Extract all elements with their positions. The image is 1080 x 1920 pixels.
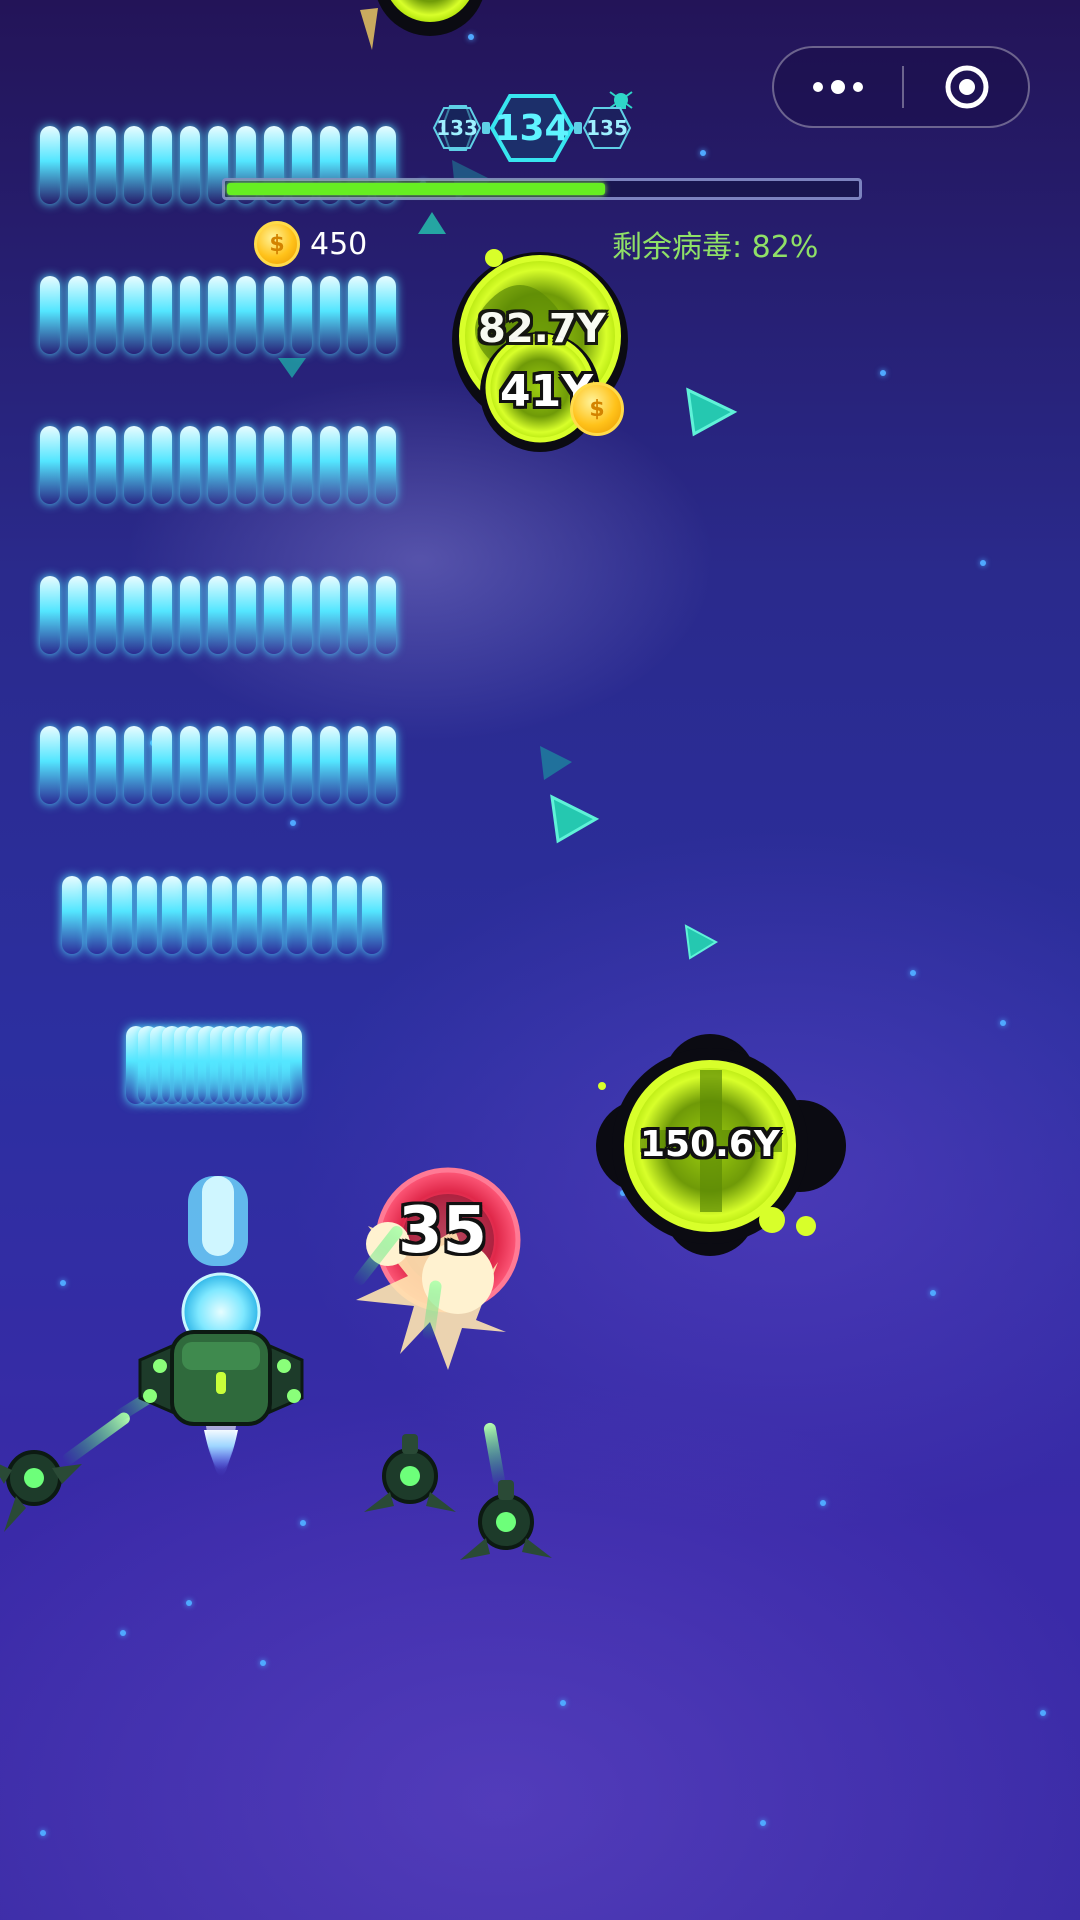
triangle-shard [686, 387, 738, 437]
virus-value-back: 82.7Y [478, 306, 606, 352]
dollar-coin-icon: $ [570, 382, 624, 436]
coin-value: 450 [310, 226, 368, 262]
triangle-shard [684, 924, 719, 960]
virus-progress-bar [222, 178, 862, 200]
more-button[interactable] [774, 48, 902, 126]
level-prev: 133 [436, 116, 478, 140]
coin-counter: $ 450 [254, 218, 367, 270]
virus-remaining-label: 剩余病毒: 82% [612, 230, 819, 265]
level-current: 134 [494, 108, 569, 149]
level-next: 135 [586, 116, 628, 140]
triangle-shard [278, 358, 306, 378]
dollar-coin-icon: $ [254, 221, 300, 267]
skull-icon [609, 91, 633, 109]
more-dots-icon [813, 80, 863, 94]
triangle-shard [418, 212, 446, 234]
level-indicator: 133 134 135 [432, 91, 633, 162]
target-circle-icon [945, 65, 989, 109]
virus-value-red: 35 [398, 1194, 488, 1268]
triangle-shard [540, 746, 572, 780]
virus-value-large: 150.6Y [640, 1124, 780, 1165]
miniprogram-capsule [772, 46, 1030, 128]
virus-progress-fill [227, 183, 605, 195]
close-button[interactable] [904, 48, 1030, 126]
triangle-shard [550, 794, 600, 844]
energy-shards [278, 160, 738, 960]
